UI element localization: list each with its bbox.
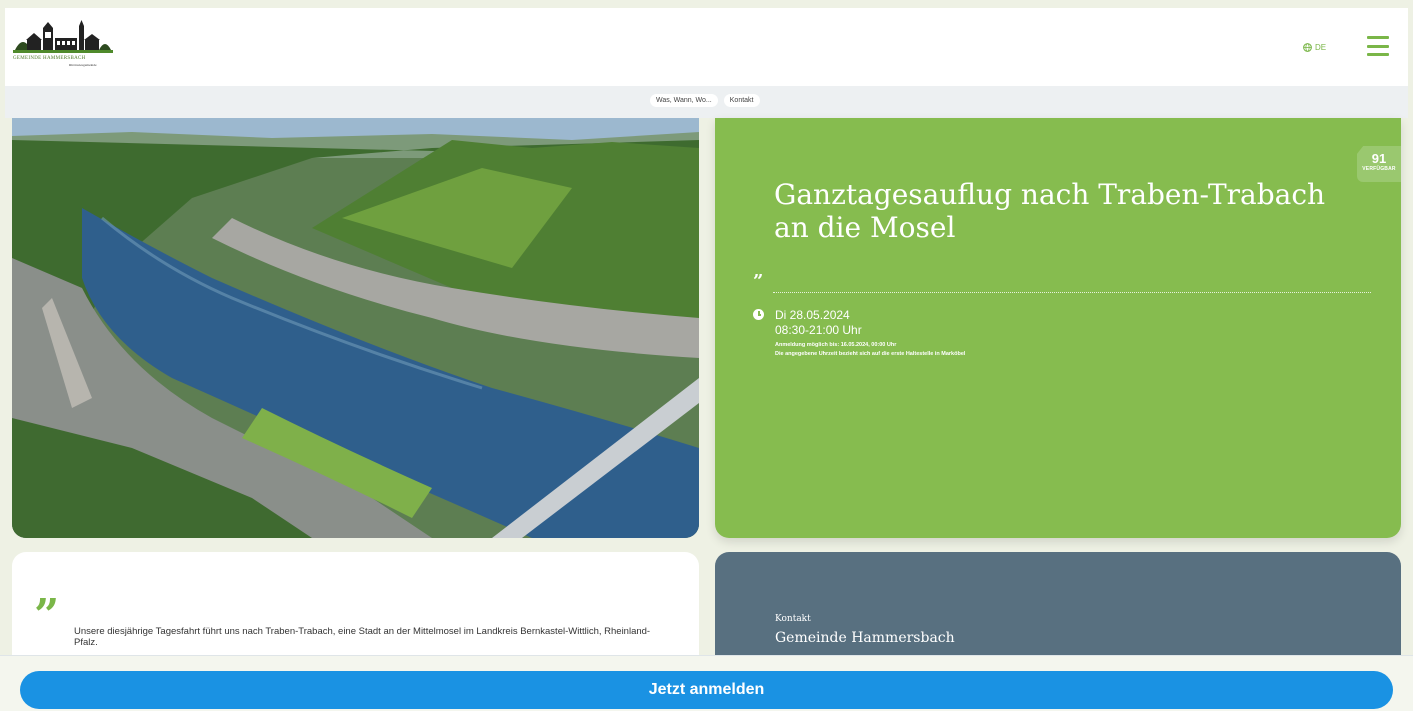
sub-navigation: Was, Wann, Wo... Kontakt xyxy=(5,86,1408,118)
river-town-image xyxy=(12,118,699,538)
description-text: Unsere diesjährige Tagesfahrt führt uns … xyxy=(74,626,651,648)
description-card: ” Unsere diesjährige Tagesfahrt führt un… xyxy=(12,552,699,672)
event-time: 08:30-21:00 Uhr xyxy=(775,323,862,337)
registration-deadline: Anmeldung möglich bis: 16.05.2024, 00:00… xyxy=(775,342,897,348)
event-schedule: Di 28.05.2024 08:30-21:00 Uhr Anmeldung … xyxy=(775,308,965,359)
logo-graphic xyxy=(13,20,113,53)
language-label: DE xyxy=(1315,42,1327,52)
logo[interactable]: GEMEINDE HAMMERSBACH Rhönwiesgemeinde xyxy=(13,20,113,76)
event-photo xyxy=(12,118,699,538)
nav-link-kontakt[interactable]: Kontakt xyxy=(723,94,760,107)
time-note: Die angegebene Uhrzeit bezieht sich auf … xyxy=(775,351,966,357)
divider xyxy=(773,292,1371,293)
quote-icon: ” xyxy=(753,271,764,292)
register-button[interactable]: Jetzt anmelden xyxy=(20,671,1393,709)
availability-count: 91 xyxy=(1371,151,1387,166)
contact-name[interactable]: Gemeinde Hammersbach xyxy=(775,630,955,646)
bottom-action-bar: Jetzt anmelden xyxy=(0,655,1413,711)
event-info-card: 91 VERFÜGBAR Ganztagesauflug nach Traben… xyxy=(715,118,1401,538)
contact-card: Kontakt Gemeinde Hammersbach xyxy=(715,552,1401,672)
quote-icon: ” xyxy=(34,590,60,641)
availability-label: VERFÜGBAR xyxy=(1362,166,1396,172)
language-switcher[interactable]: DE xyxy=(1303,40,1326,54)
globe-icon xyxy=(1303,42,1312,52)
nav-link-was-wann-wo[interactable]: Was, Wann, Wo... xyxy=(650,94,718,107)
clock-icon xyxy=(753,309,764,320)
availability-badge: 91 VERFÜGBAR xyxy=(1357,146,1401,182)
logo-text: GEMEINDE HAMMERSBACH xyxy=(13,56,86,61)
event-date: Di 28.05.2024 xyxy=(775,308,850,322)
site-header: GEMEINDE HAMMERSBACH Rhönwiesgemeinde DE xyxy=(5,8,1408,86)
hamburger-menu-icon[interactable] xyxy=(1367,36,1389,56)
logo-subtitle: Rhönwiesgemeinde xyxy=(69,63,97,67)
event-title: Ganztagesauflug nach Traben-Trabach an d… xyxy=(774,178,1326,244)
contact-label: Kontakt xyxy=(775,614,811,624)
